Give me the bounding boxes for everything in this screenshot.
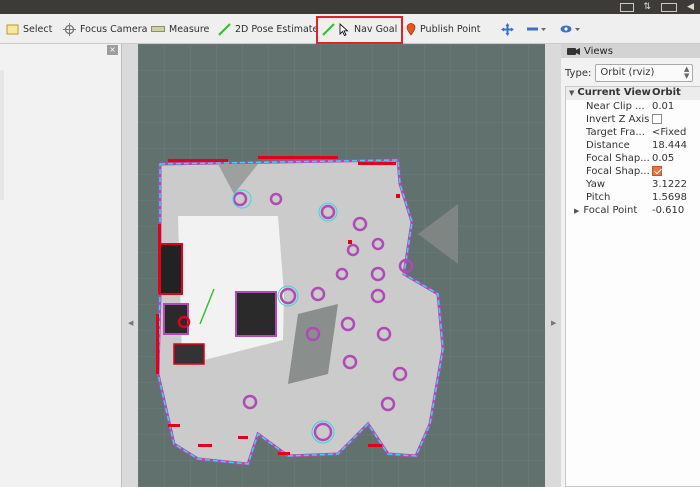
invert-z-checkbox[interactable] (652, 114, 662, 124)
obstacle-block-3 (235, 291, 277, 337)
property-row[interactable]: Focal Shap... (566, 165, 700, 178)
obstacle-block-1 (159, 243, 183, 295)
move-camera-icon (501, 22, 514, 36)
spinner-arrows-icon: ▲ ▼ (683, 65, 690, 80)
focus-camera-icon (63, 22, 76, 36)
pose-estimate-icon (218, 22, 231, 36)
displays-tree-edge (0, 70, 4, 200)
property-name: Target Fra... (586, 127, 645, 138)
left-splitter[interactable]: ◀ (122, 44, 138, 487)
current-view-label: ▼ Current View (566, 87, 652, 100)
pose-estimate-button[interactable]: 2D Pose Estimate (218, 19, 318, 39)
view-type-label: Type: (565, 67, 592, 79)
expand-down-icon[interactable]: ▼ (566, 89, 577, 97)
view-properties-tree: ▼ Current View Orbit Near Clip ... 0.01 I… (565, 86, 700, 487)
property-row[interactable]: Target Fra... <Fixed (566, 126, 700, 139)
minus-icon (527, 27, 546, 31)
right-splitter[interactable]: ▶ (545, 44, 561, 487)
collapse-right-icon[interactable]: ▶ (551, 319, 556, 327)
measure-label: Measure (169, 23, 210, 35)
expand-right-icon[interactable]: ▶ (574, 207, 583, 215)
eye-icon (560, 25, 580, 33)
select-tool-label: Select (23, 23, 53, 35)
current-view-type: Orbit (652, 87, 681, 98)
publish-point-button[interactable]: Publish Point (406, 19, 480, 39)
keyboard-icon[interactable] (619, 2, 634, 12)
property-name: Yaw (586, 179, 606, 190)
measure-icon (151, 26, 165, 32)
close-panel-button[interactable]: × (107, 45, 118, 55)
current-view-row[interactable]: ▼ Current View Orbit (566, 87, 700, 100)
property-row[interactable]: Pitch 1.5698 (566, 191, 700, 204)
property-value[interactable] (652, 166, 698, 177)
view-type-select[interactable]: Orbit (rviz) ▲ ▼ (595, 64, 694, 82)
battery-icon[interactable] (661, 2, 678, 12)
property-name: Near Clip ... (586, 101, 645, 112)
map-canvas[interactable] (138, 44, 545, 487)
views-camera-icon (567, 47, 580, 55)
property-row[interactable]: Near Clip ... 0.01 (566, 100, 700, 113)
focus-camera-label: Focus Camera (80, 23, 148, 35)
nav-goal-highlight-box (316, 16, 403, 44)
focus-camera-button[interactable]: Focus Camera (63, 19, 147, 39)
property-name: Pitch (586, 192, 611, 203)
obstacle-block-2 (163, 303, 189, 335)
volume-icon[interactable]: ◀ (687, 2, 694, 12)
property-value[interactable]: 1.5698 (652, 192, 698, 203)
network-arrows-icon[interactable]: ⇅ (644, 2, 652, 12)
view-type-value: Orbit (rviz) (600, 67, 655, 78)
property-value[interactable]: <Fixed (652, 127, 698, 138)
measure-button[interactable]: Measure (151, 19, 209, 39)
select-tool-button[interactable]: Select (6, 19, 52, 39)
white-room-area (178, 216, 284, 362)
select-icon (6, 24, 19, 34)
property-value[interactable]: 0.01 (652, 101, 698, 112)
views-panel-title: Views (584, 45, 613, 57)
view-type-row: Type: Orbit (rviz) ▲ ▼ (565, 64, 694, 82)
obstacle-block-4 (173, 343, 205, 365)
property-value[interactable]: 3.1222 (652, 179, 698, 190)
system-tray: ⇅ ◀ (619, 1, 694, 13)
property-name: Distance (586, 140, 630, 151)
publish-point-label: Publish Point (420, 23, 481, 35)
property-name: Focal Shap... (586, 166, 650, 177)
view-options-button[interactable] (560, 19, 582, 39)
remove-tool-button[interactable] (527, 19, 547, 39)
property-value[interactable]: 18.444 (652, 140, 698, 151)
property-name: Invert Z Axis (586, 114, 650, 125)
property-value[interactable] (652, 114, 698, 125)
system-top-bar: ⇅ ◀ (0, 0, 700, 14)
property-row[interactable]: Yaw 3.1222 (566, 178, 700, 191)
property-name: Focal Shap... (586, 153, 650, 164)
property-row[interactable]: Distance 18.444 (566, 139, 700, 152)
focal-shape-checkbox[interactable] (652, 166, 662, 176)
collapse-left-icon[interactable]: ◀ (128, 319, 133, 327)
pose-estimate-label: 2D Pose Estimate (235, 23, 319, 35)
property-row[interactable]: ▶ Focal Point -0.610 (566, 204, 700, 217)
render-viewport[interactable] (138, 44, 545, 487)
displays-panel: × (0, 44, 122, 487)
views-panel-header: Views (561, 44, 700, 58)
move-camera-button[interactable] (501, 19, 514, 39)
property-row[interactable]: Invert Z Axis (566, 113, 700, 126)
property-row[interactable]: Focal Shap... 0.05 (566, 152, 700, 165)
tools-toolbar: Select Focus Camera Measure 2D Pose Esti… (0, 14, 700, 44)
property-name: ▶ Focal Point (574, 205, 638, 216)
property-value[interactable]: 0.05 (652, 153, 698, 164)
views-panel: Views Type: Orbit (rviz) ▲ ▼ ▼ Current Vie… (561, 44, 700, 487)
property-value[interactable]: -0.610 (652, 205, 698, 216)
publish-point-icon (406, 22, 416, 36)
